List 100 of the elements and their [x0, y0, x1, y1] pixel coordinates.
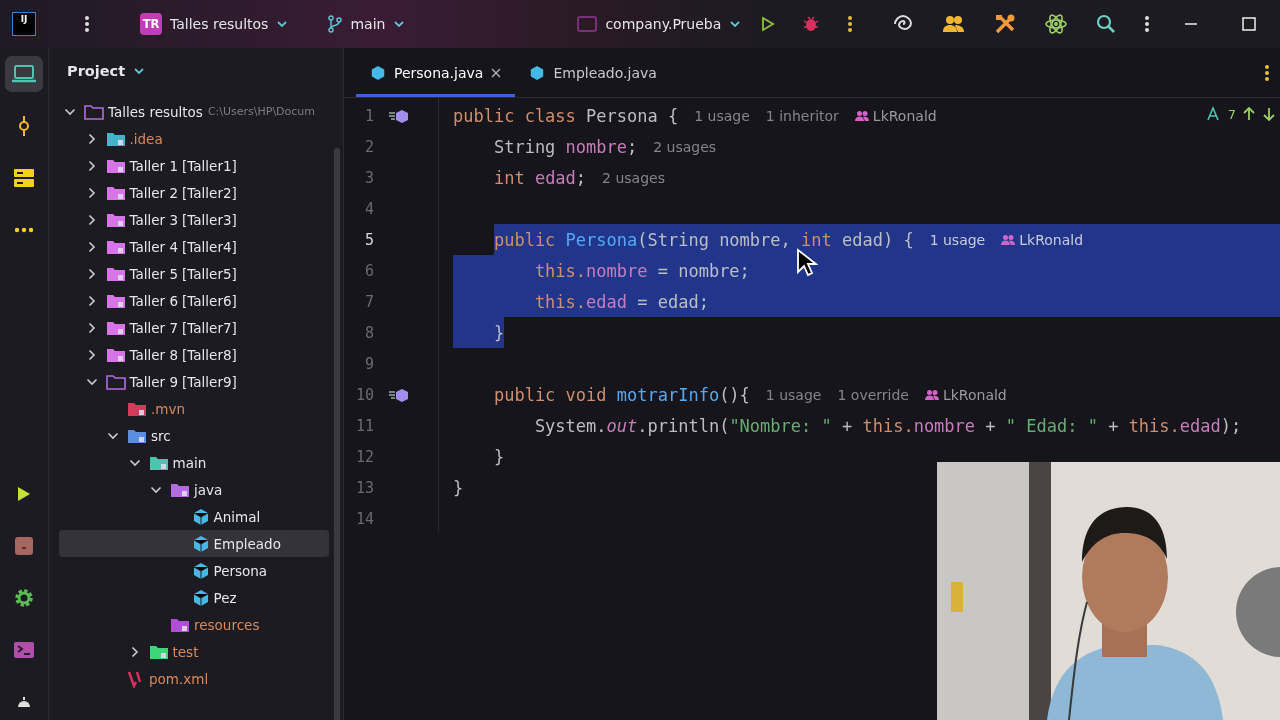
tree-item[interactable]: Persona	[59, 557, 329, 584]
inlay-hint[interactable]: 1 override	[837, 386, 909, 403]
tree-item[interactable]: Animal	[59, 503, 329, 530]
tree-item[interactable]: Taller 4 [Taller4]	[59, 233, 329, 260]
more-icon[interactable]	[84, 15, 90, 33]
tree-item-label: src	[151, 427, 171, 444]
tree-item[interactable]: src	[59, 422, 329, 449]
tree-item[interactable]: .idea	[59, 125, 329, 152]
class-icon	[191, 534, 210, 553]
tree-item[interactable]: Empleado	[59, 530, 329, 557]
tools-icon[interactable]	[994, 13, 1016, 35]
module-name: [Taller1]	[182, 157, 237, 174]
module-name: [Taller3]	[182, 211, 237, 228]
people-icon	[924, 388, 939, 401]
tree-item-label: Taller 4	[129, 238, 179, 255]
tree-item[interactable]: Taller 2 [Taller2]	[59, 179, 329, 206]
play-icon	[17, 486, 31, 502]
people-icon	[1001, 233, 1016, 246]
tree-item-label: Taller 2	[129, 184, 179, 201]
more-icon	[14, 227, 34, 233]
inlay-hint[interactable]: 1 usage	[765, 386, 822, 403]
view-mode-dropdown[interactable]: Project	[61, 62, 152, 80]
tree-item-label: .mvn	[151, 400, 185, 417]
run-configuration-dropdown[interactable]: company.Prueba	[571, 12, 748, 36]
code-line: System.out.println("Nombre: " + this.nombre + " Edad: " + this.edad);	[534, 414, 1242, 438]
author-hint[interactable]: LkRonald	[924, 386, 1007, 403]
line-number: 6	[363, 261, 374, 280]
tree-item[interactable]: resources	[59, 611, 329, 638]
folder-icon	[105, 292, 126, 309]
more-icon[interactable]	[1144, 15, 1150, 33]
tree-item[interactable]: .mvn	[59, 395, 329, 422]
people-icon[interactable]	[942, 14, 966, 34]
module-name: [Taller7]	[182, 319, 237, 336]
line-number: 14	[354, 509, 374, 528]
tree-item[interactable]: java	[59, 476, 329, 503]
run-icon[interactable]	[761, 16, 776, 32]
tree-item[interactable]: Taller 6 [Taller6]	[59, 287, 329, 314]
tree-item[interactable]: Taller 8 [Taller8]	[59, 341, 329, 368]
line-number: 1	[363, 106, 374, 125]
inlay-hint[interactable]: 1 usage	[694, 107, 750, 124]
module-name: [Taller4]	[182, 238, 237, 255]
people-icon	[854, 109, 869, 122]
tree-item[interactable]: main	[59, 449, 329, 476]
tree-item[interactable]: Taller 9 [Taller9]	[59, 368, 329, 395]
folder-icon	[84, 103, 104, 120]
tree-item-label: pom.xml	[149, 670, 209, 687]
chevron-down-icon	[276, 20, 289, 28]
tree-item[interactable]: Taller 5 [Taller5]	[59, 260, 329, 287]
inlay-hint[interactable]: 2 usages	[602, 169, 665, 186]
inlay-hint[interactable]: 2 usages	[653, 138, 717, 155]
more-icon[interactable]	[1264, 63, 1270, 82]
arrow-up-icon[interactable]	[1242, 107, 1256, 121]
line-number: 13	[354, 478, 374, 497]
inspection-widget[interactable]: 7	[1205, 106, 1276, 122]
class-icon	[191, 588, 210, 607]
editor-tab[interactable]: Empleado.java	[515, 48, 671, 97]
tree-item[interactable]: Talles resultos C:\Users\HP\Docum	[59, 98, 329, 125]
project-name-dropdown[interactable]: TR Talles resultos	[134, 9, 295, 39]
module-name: [Taller9]	[182, 373, 237, 390]
tree-item[interactable]: Taller 1 [Taller1]	[59, 152, 329, 179]
line-number: 9	[363, 354, 374, 373]
line-number: 3	[363, 168, 374, 187]
tree-item[interactable]: Pez	[59, 584, 329, 611]
commit-icon	[17, 115, 31, 137]
atom-icon[interactable]	[1044, 12, 1068, 36]
project-tool-button[interactable]	[5, 56, 43, 92]
code-line: int edad;	[493, 166, 587, 190]
line-number: 8	[363, 323, 374, 342]
folder-icon	[105, 319, 126, 336]
debug-icon[interactable]	[803, 15, 820, 33]
module-name: [Taller2]	[182, 184, 237, 201]
app-logo[interactable]: IJ	[12, 12, 36, 36]
tree-item-label: test	[172, 643, 199, 660]
code-line: this.edad = edad;	[534, 290, 709, 314]
class-icon	[191, 507, 210, 526]
tree-item-label: Taller 3	[129, 211, 179, 228]
tree-item[interactable]: Taller 7 [Taller7]	[59, 314, 329, 341]
folder-icon	[148, 454, 169, 471]
author-hint[interactable]: LkRonald	[1001, 231, 1084, 248]
arrow-down-icon[interactable]	[1262, 107, 1276, 121]
tree-item-label: Taller 7	[129, 319, 179, 336]
inlay-hint[interactable]: 1 usage	[929, 231, 986, 248]
author-hint[interactable]: LkRonald	[854, 107, 937, 124]
inlay-hint[interactable]: 1 inheritor	[765, 107, 839, 124]
tree-item[interactable]: pom.xml	[59, 665, 329, 692]
tree-item[interactable]: Taller 3 [Taller3]	[59, 206, 329, 233]
code-line: }	[453, 476, 464, 500]
tree-item[interactable]: test	[59, 638, 329, 665]
more-icon[interactable]	[847, 15, 854, 33]
folder-icon	[127, 427, 147, 444]
maximize-icon[interactable]	[1242, 17, 1256, 31]
folder-icon	[105, 211, 126, 228]
code-line: public void motrarInfo(){	[493, 383, 750, 407]
folder-icon	[105, 265, 126, 282]
line-number: 4	[363, 199, 374, 218]
class-icon	[191, 561, 210, 580]
close-icon[interactable]	[491, 67, 502, 78]
search-icon[interactable]	[1096, 14, 1116, 34]
chevron-down-icon	[133, 67, 146, 75]
branch-dropdown[interactable]: main	[322, 11, 412, 37]
